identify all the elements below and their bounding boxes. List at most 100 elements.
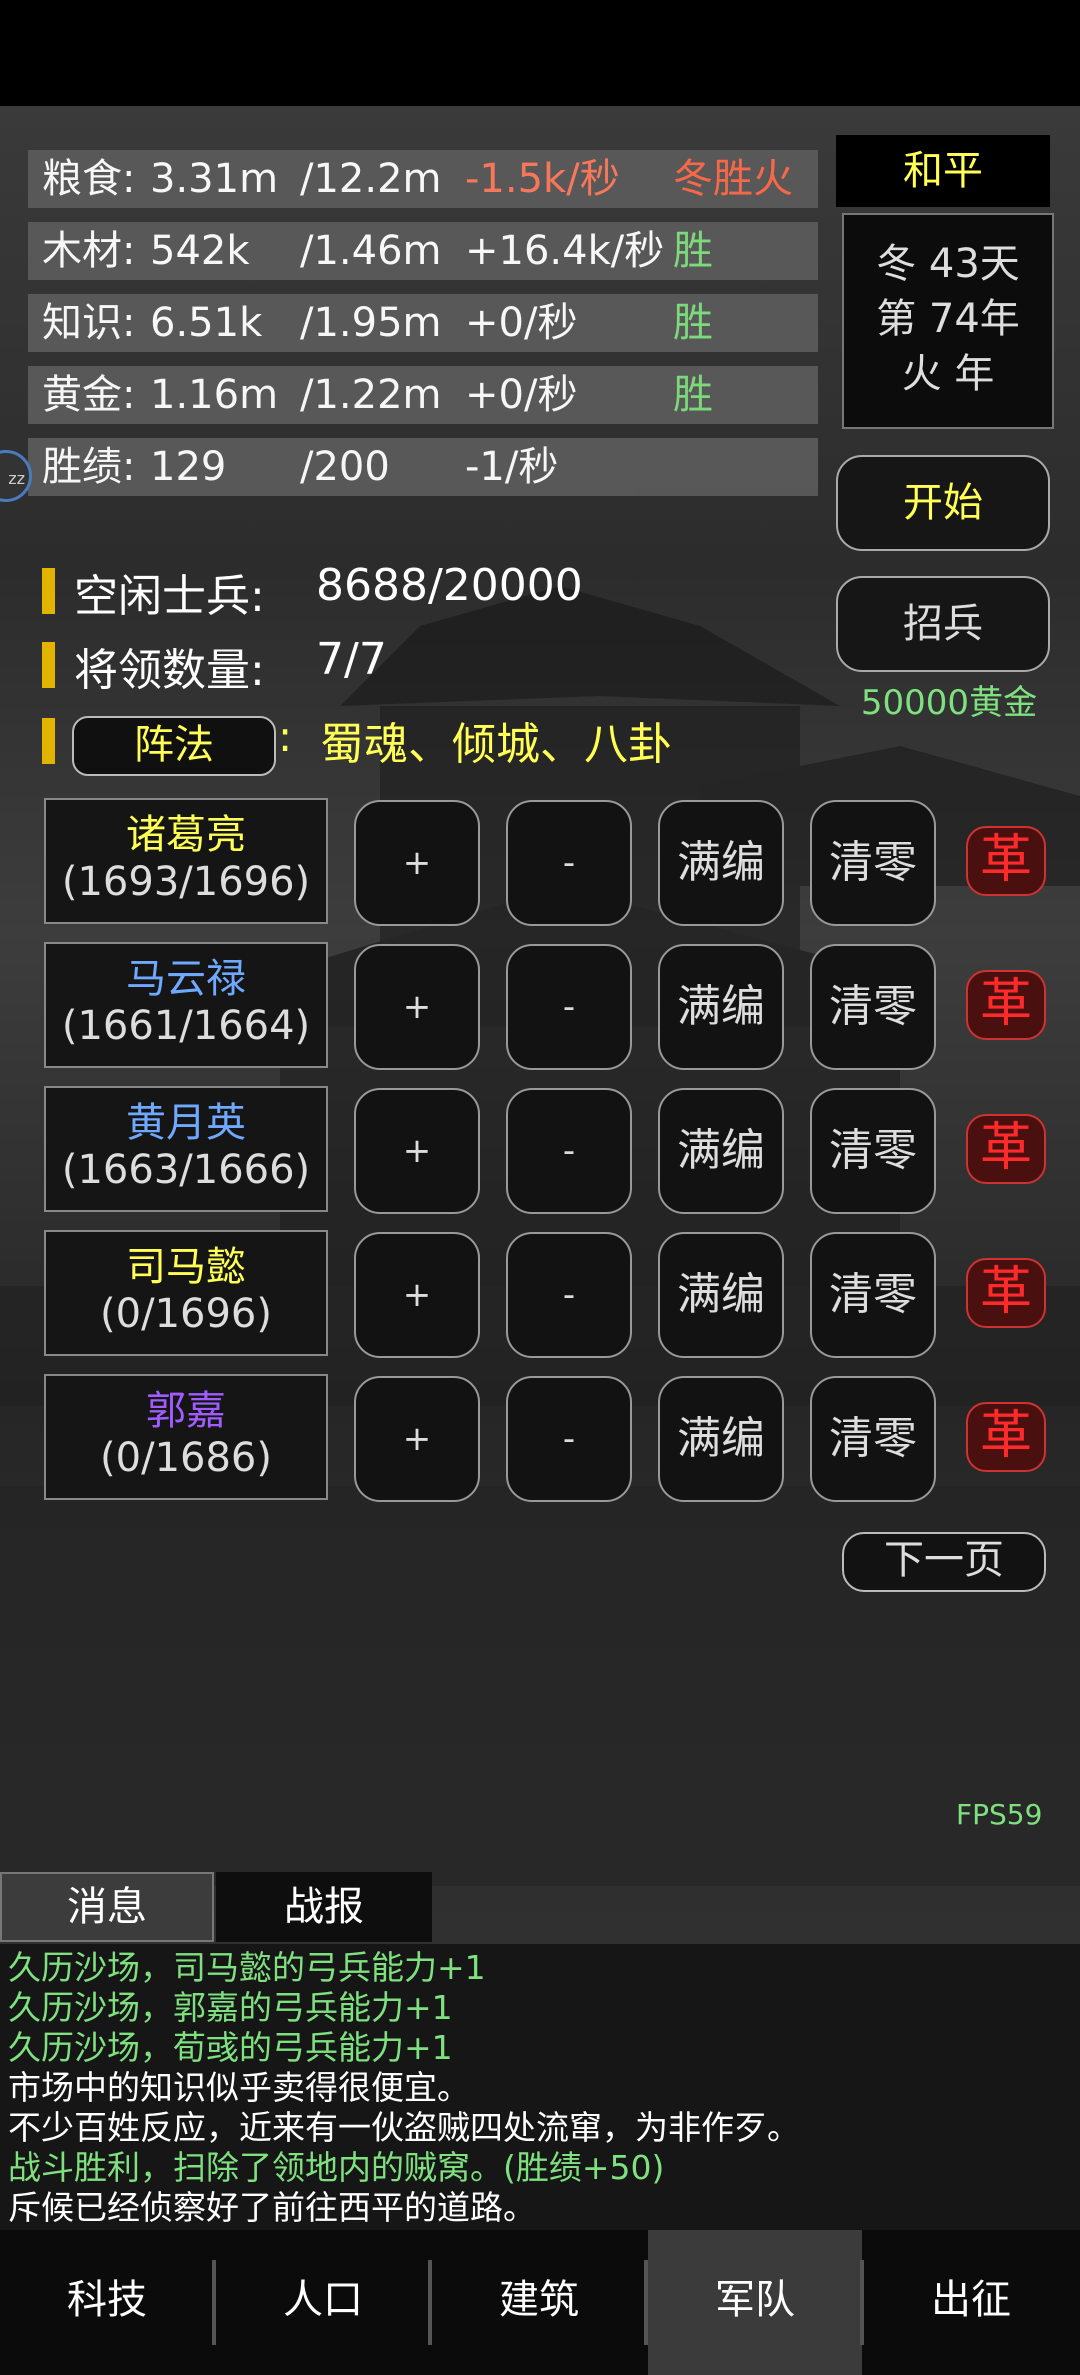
full-strength-button[interactable]: 满编 bbox=[658, 1088, 784, 1214]
resource-current: 1.16m bbox=[150, 372, 279, 418]
nav-item[interactable]: 出征 bbox=[864, 2230, 1078, 2375]
minus-button[interactable]: - bbox=[506, 800, 632, 926]
status-bar bbox=[0, 0, 1080, 106]
idle-soldiers-label: 空闲士兵: bbox=[74, 571, 265, 622]
resource-tag: 胜 bbox=[673, 372, 713, 418]
resource-max: /200 bbox=[300, 444, 390, 490]
general-card[interactable]: 诸葛亮 (1693/1696) bbox=[44, 798, 328, 924]
reform-button[interactable]: 革 bbox=[966, 1114, 1046, 1184]
nav-item[interactable]: 人口 bbox=[216, 2230, 430, 2375]
log-line: 斥候已经侦察好了前往西平的道路。 bbox=[8, 2188, 536, 2227]
resource-current: 129 bbox=[150, 444, 227, 490]
generals-count-value: 7/7 bbox=[316, 634, 387, 685]
clear-button[interactable]: 清零 bbox=[810, 1376, 936, 1502]
recruit-cost: 50000黄金 bbox=[860, 683, 1038, 723]
tab-messages[interactable]: 消息 bbox=[0, 1872, 214, 1942]
general-card[interactable]: 司马懿 (0/1696) bbox=[44, 1230, 328, 1356]
resource-max: /1.22m bbox=[300, 372, 442, 418]
next-page-button[interactable]: 下一页 bbox=[842, 1532, 1046, 1592]
start-button[interactable]: 开始 bbox=[836, 455, 1050, 551]
resource-name: 粮食: bbox=[42, 156, 136, 202]
clear-button[interactable]: 清零 bbox=[810, 1232, 936, 1358]
minus-button[interactable]: - bbox=[506, 1376, 632, 1502]
general-card[interactable]: 马云禄 (1661/1664) bbox=[44, 942, 328, 1068]
resource-name: 木材: bbox=[42, 228, 136, 274]
message-log: 久历沙场，司马懿的弓兵能力+1 久历沙场，郭嘉的弓兵能力+1 久历沙场，荀彧的弓兵能… bbox=[0, 1944, 1080, 2230]
log-line: 久历沙场，司马懿的弓兵能力+1 bbox=[8, 1948, 486, 1987]
minus-button[interactable]: - bbox=[506, 1232, 632, 1358]
clear-button[interactable]: 清零 bbox=[810, 800, 936, 926]
resource-name: 黄金: bbox=[42, 372, 136, 418]
date-box: 冬 43天 第 74年 火 年 bbox=[842, 213, 1054, 429]
reform-button[interactable]: 革 bbox=[966, 970, 1046, 1040]
full-strength-button[interactable]: 满编 bbox=[658, 944, 784, 1070]
general-card[interactable]: 郭嘉 (0/1686) bbox=[44, 1374, 328, 1500]
resource-max: /1.46m bbox=[300, 228, 442, 274]
resource-rate: -1.5k/秒 bbox=[465, 156, 620, 202]
nav-item[interactable]: 科技 bbox=[0, 2230, 214, 2375]
general-soldier-count: (0/1686) bbox=[100, 1435, 272, 1481]
full-strength-button[interactable]: 满编 bbox=[658, 1232, 784, 1358]
formation-colon: : bbox=[278, 712, 293, 761]
fps-counter: FPS59 bbox=[956, 1798, 1043, 1831]
resource-name: 知识: bbox=[42, 300, 136, 346]
log-line: 市场中的知识似乎卖得很便宜。 bbox=[8, 2068, 470, 2107]
resource-name: 胜绩: bbox=[42, 444, 136, 490]
resource-row: 黄金: 1.16m/1.22m +0/秒 胜 bbox=[28, 366, 818, 424]
full-strength-button[interactable]: 满编 bbox=[658, 1376, 784, 1502]
general-card[interactable]: 黄月英 (1663/1666) bbox=[44, 1086, 328, 1212]
tab-battle-report[interactable]: 战报 bbox=[216, 1872, 432, 1942]
idle-soldiers-marker bbox=[42, 568, 55, 614]
general-name: 黄月英 bbox=[126, 1100, 246, 1146]
general-name: 司马懿 bbox=[126, 1244, 246, 1290]
general-name: 马云禄 bbox=[126, 956, 246, 1002]
general-soldier-count: (1661/1664) bbox=[61, 1003, 311, 1049]
nav-separator bbox=[428, 2260, 432, 2345]
resource-rate: +0/秒 bbox=[465, 372, 578, 418]
resource-current: 6.51k bbox=[150, 300, 263, 346]
resource-max: /1.95m bbox=[300, 300, 442, 346]
plus-button[interactable]: + bbox=[354, 944, 480, 1070]
plus-button[interactable]: + bbox=[354, 800, 480, 926]
resource-rate: -1/秒 bbox=[465, 444, 559, 490]
reform-button[interactable]: 革 bbox=[966, 1258, 1046, 1328]
resource-tag: 胜 bbox=[673, 300, 713, 346]
plus-button[interactable]: + bbox=[354, 1232, 480, 1358]
general-soldier-count: (0/1696) bbox=[100, 1291, 272, 1337]
resource-tag: 胜 bbox=[673, 228, 713, 274]
formation-button[interactable]: 阵法 bbox=[72, 716, 276, 776]
resource-row: 知识: 6.51k/1.95m +0/秒 胜 bbox=[28, 294, 818, 352]
nav-separator bbox=[212, 2260, 216, 2345]
general-name: 诸葛亮 bbox=[126, 812, 246, 858]
general-name: 郭嘉 bbox=[146, 1388, 226, 1434]
recruit-button[interactable]: 招兵 bbox=[836, 576, 1050, 672]
nav-separator bbox=[860, 2260, 864, 2345]
resource-rate: +0/秒 bbox=[465, 300, 578, 346]
reform-button[interactable]: 革 bbox=[966, 1402, 1046, 1472]
peace-status: 和平 bbox=[836, 135, 1050, 207]
resource-row: 木材: 542k/1.46m +16.4k/秒胜 bbox=[28, 222, 818, 280]
resource-rate: +16.4k/秒 bbox=[465, 228, 665, 274]
minus-button[interactable]: - bbox=[506, 1088, 632, 1214]
idle-soldiers-value: 8688/20000 bbox=[316, 560, 583, 611]
clear-button[interactable]: 清零 bbox=[810, 1088, 936, 1214]
log-line: 久历沙场，郭嘉的弓兵能力+1 bbox=[8, 1988, 453, 2027]
nav-separator bbox=[644, 2260, 648, 2345]
nav-item[interactable]: 建筑 bbox=[432, 2230, 646, 2375]
reform-button[interactable]: 革 bbox=[966, 826, 1046, 896]
general-soldier-count: (1693/1696) bbox=[61, 859, 311, 905]
resource-row: 粮食: 3.31m/12.2m -1.5k/秒 冬胜火 bbox=[28, 150, 818, 208]
year-label: 第 74年 bbox=[876, 296, 1020, 342]
general-soldier-count: (1663/1666) bbox=[61, 1147, 311, 1193]
formation-marker bbox=[42, 718, 55, 764]
log-line: 战斗胜利，扫除了领地内的贼窝。(胜绩+50) bbox=[8, 2148, 665, 2187]
plus-button[interactable]: + bbox=[354, 1088, 480, 1214]
log-line: 不少百姓反应，近来有一伙盗贼四处流窜，为非作歹。 bbox=[8, 2108, 800, 2147]
full-strength-button[interactable]: 满编 bbox=[658, 800, 784, 926]
nav-item[interactable]: 军队 bbox=[648, 2230, 862, 2375]
resource-current: 542k bbox=[150, 228, 250, 274]
resource-tag: 冬胜火 bbox=[673, 156, 793, 202]
plus-button[interactable]: + bbox=[354, 1376, 480, 1502]
minus-button[interactable]: - bbox=[506, 944, 632, 1070]
clear-button[interactable]: 清零 bbox=[810, 944, 936, 1070]
